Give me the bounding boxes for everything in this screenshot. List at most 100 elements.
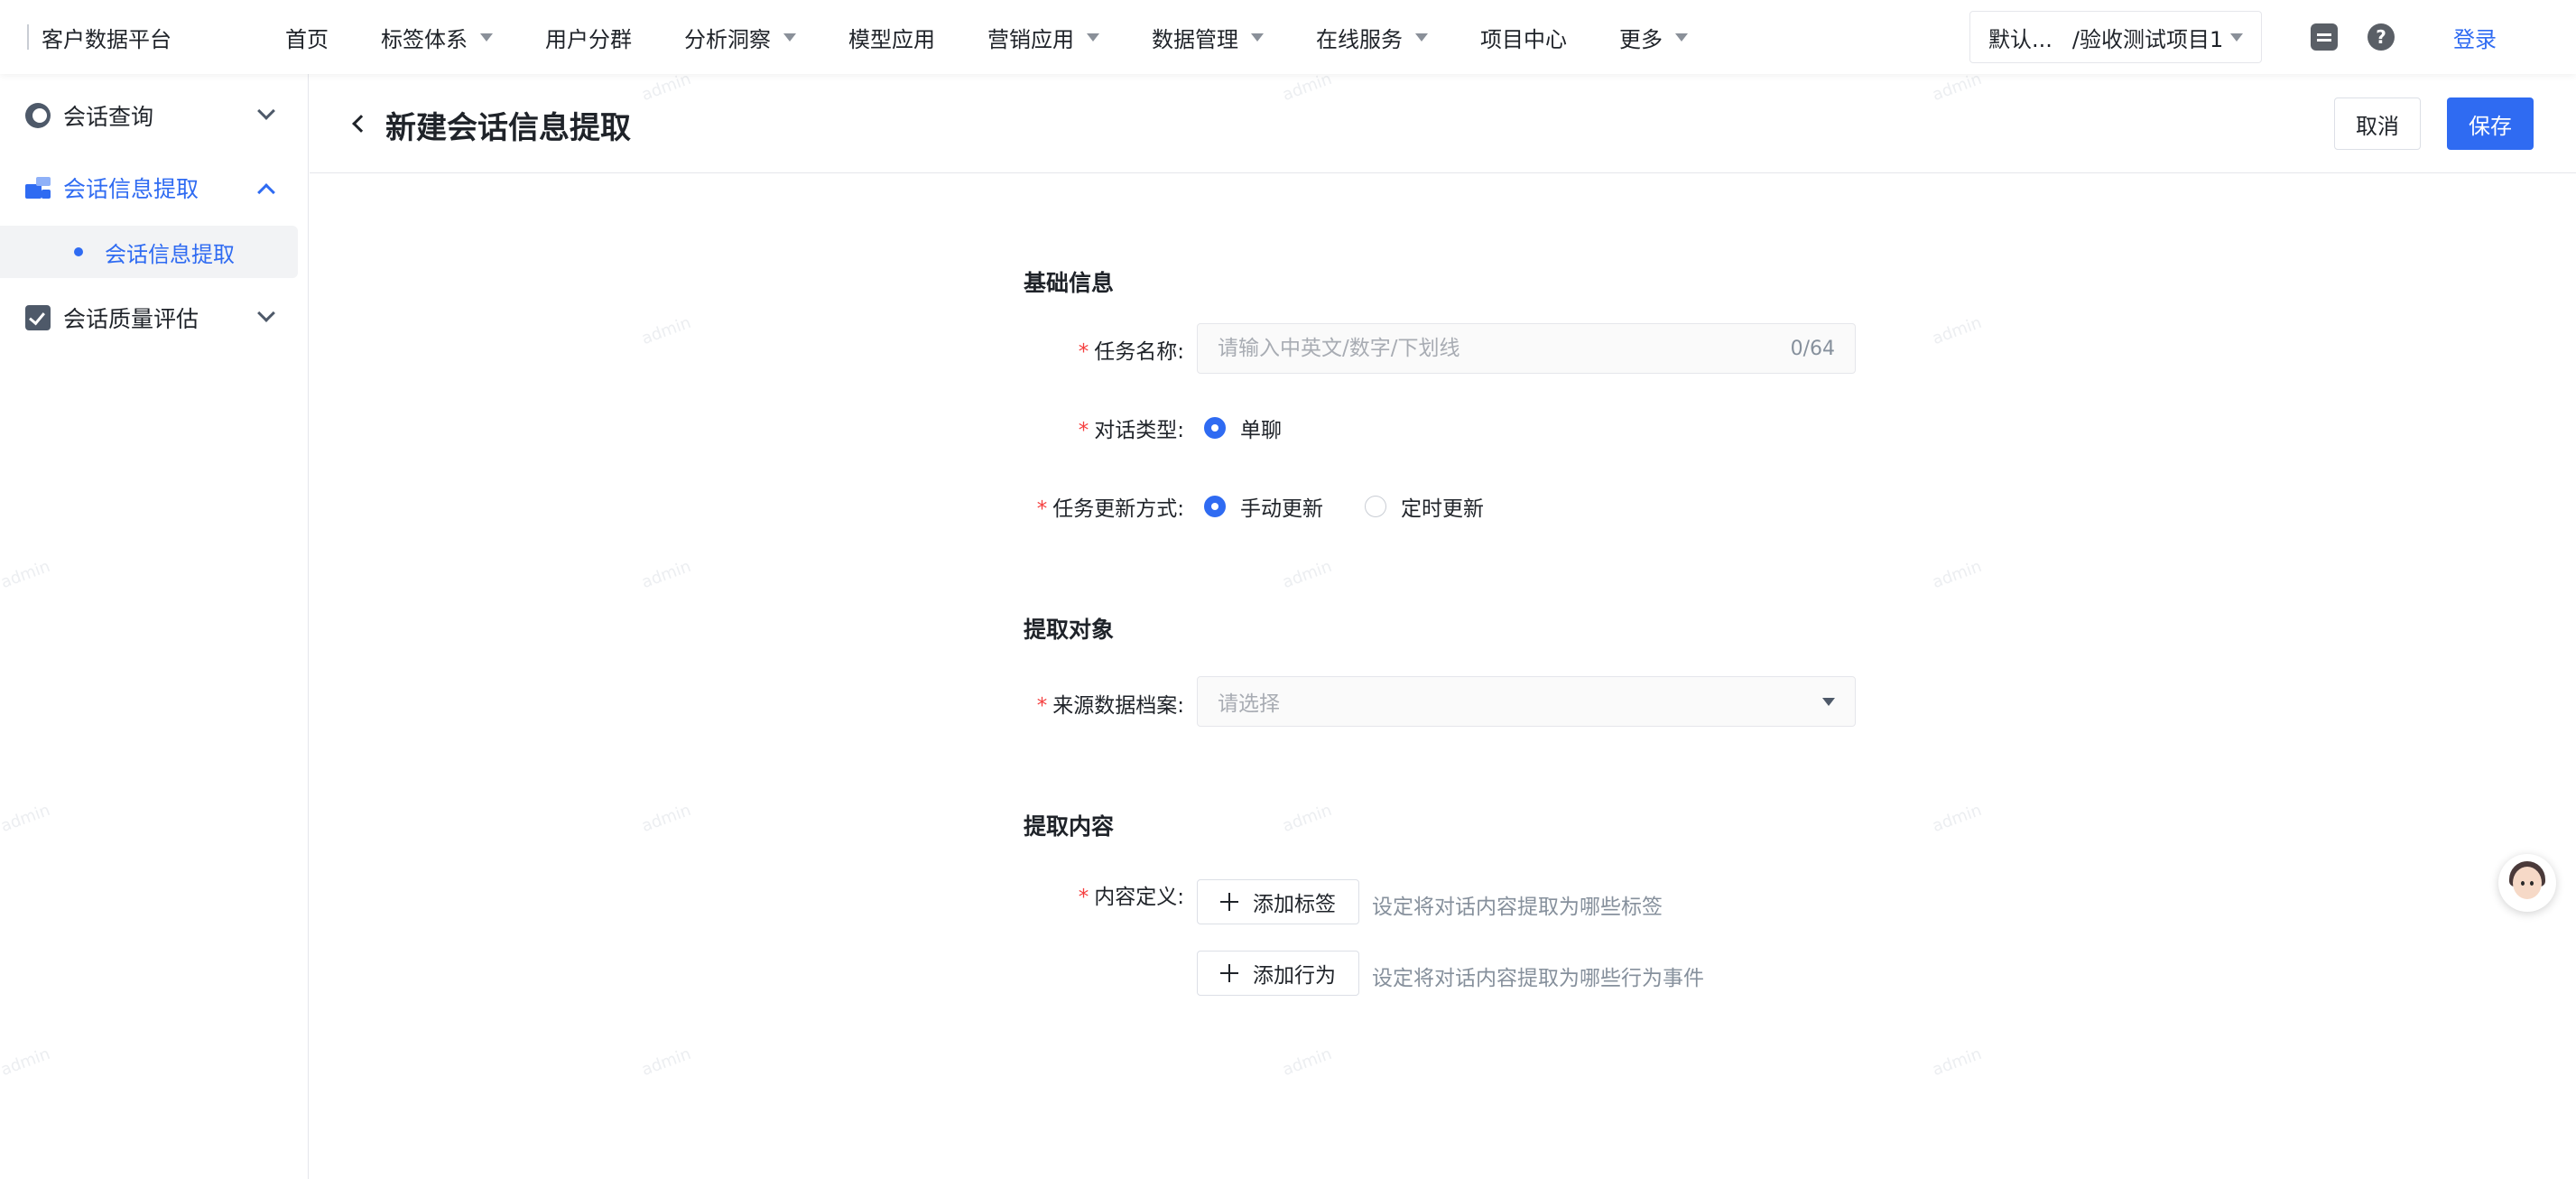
project-name: /验收测试项目1 (2071, 26, 2224, 52)
login-link[interactable]: 登录 (2453, 22, 2497, 53)
main-nav: 首页 标签体系 用户分群 分析洞察 模型应用 营销应用 数据管理 在线服务 项目… (285, 0, 1740, 74)
nav-label: 项目中心 (1480, 26, 1567, 52)
required-mark: * (1036, 497, 1048, 521)
task-name-field[interactable]: 0/64 (1197, 323, 1856, 374)
button-label: 添加标签 (1253, 893, 1336, 916)
caret-down-icon (1822, 697, 1835, 706)
avatar-eye (2530, 881, 2534, 886)
nav-label: 模型应用 (848, 26, 935, 52)
add-tag-button[interactable]: 添加标签 (1197, 879, 1359, 924)
sidebar-item-label: 会话质量评估 (63, 306, 199, 332)
sidebar-item-session-extract[interactable]: 会话信息提取 (0, 161, 309, 215)
chat-type-radio-group: 单聊 (1204, 413, 1323, 443)
nav-item-marketing[interactable]: 营销应用 (987, 22, 1099, 53)
radio-manual-update[interactable]: 手动更新 (1204, 491, 1323, 522)
nav-label: 用户分群 (545, 26, 632, 52)
avatar-face (2513, 867, 2542, 899)
nav-label: 分析洞察 (684, 26, 771, 52)
chevron-up-icon (257, 183, 275, 201)
label-text: 对话类型: (1094, 419, 1184, 442)
label-text: 任务更新方式: (1052, 497, 1184, 521)
radio-label: 单聊 (1240, 419, 1282, 442)
watermark: admin (639, 1044, 694, 1081)
assistant-avatar[interactable] (2498, 854, 2556, 912)
watermark: admin (639, 800, 694, 837)
avatar-eye (2521, 881, 2525, 886)
quality-check-icon (25, 305, 51, 330)
page-header: 新建会话信息提取 取消 保存 (310, 74, 2576, 173)
nav-item-more[interactable]: 更多 (1619, 22, 1688, 53)
source-archive-select[interactable]: 请选择 (1197, 676, 1856, 727)
caret-down-icon (783, 32, 796, 42)
project-workspace: 默认... (1988, 26, 2052, 52)
section-title-content: 提取内容 (1024, 813, 1115, 840)
section-title-target: 提取对象 (1024, 617, 1115, 643)
caret-down-icon (480, 32, 493, 42)
sidebar-subitem-session-extract[interactable]: 会话信息提取 (0, 226, 298, 278)
message-icon[interactable] (2311, 23, 2338, 51)
watermark: admin (1930, 312, 1985, 349)
sidebar-item-session-query[interactable]: 会话查询 (0, 88, 309, 143)
task-name-input[interactable] (1218, 337, 1791, 360)
plus-icon (1220, 964, 1238, 982)
required-mark: * (1078, 886, 1089, 909)
radio-checked-icon (1204, 496, 1226, 517)
caret-down-icon (1675, 32, 1688, 42)
cancel-button[interactable]: 取消 (2334, 97, 2421, 150)
caret-down-icon (2230, 32, 2243, 42)
brand-name: 客户数据平台 (42, 26, 171, 52)
radio-single-chat[interactable]: 单聊 (1204, 413, 1282, 443)
watermark: admin (1930, 1044, 1985, 1081)
content-definition-label: * 内容定义: (913, 879, 1184, 910)
update-mode-label: * 任务更新方式: (913, 491, 1184, 522)
plus-icon (1220, 893, 1238, 911)
update-mode-radio-group: 手动更新 定时更新 (1204, 491, 1525, 522)
nav-item-projects[interactable]: 项目中心 (1480, 22, 1567, 53)
nav-label: 更多 (1619, 26, 1663, 52)
nav-label: 数据管理 (1152, 26, 1238, 52)
back-arrow-icon[interactable] (352, 115, 370, 133)
nav-item-tags[interactable]: 标签体系 (381, 22, 493, 53)
nav-item-insights[interactable]: 分析洞察 (684, 22, 796, 53)
watermark: admin (639, 556, 694, 593)
button-label: 添加行为 (1253, 964, 1336, 988)
project-selector[interactable]: 默认... /验收测试项目1 (1969, 11, 2262, 63)
watermark: admin (1280, 800, 1335, 837)
radio-scheduled-update[interactable]: 定时更新 (1365, 491, 1484, 522)
label-text: 内容定义: (1094, 886, 1184, 909)
active-dot-icon (74, 247, 83, 256)
nav-item-home[interactable]: 首页 (285, 22, 329, 53)
help-icon[interactable]: ? (2368, 23, 2395, 51)
label-text: 来源数据档案: (1052, 694, 1184, 718)
add-action-button[interactable]: 添加行为 (1197, 951, 1359, 996)
label-text: 任务名称: (1094, 340, 1184, 364)
caret-down-icon (1087, 32, 1099, 42)
sidebar-item-label: 会话信息提取 (63, 176, 199, 202)
chevron-down-icon (257, 102, 275, 120)
watermark: admin (1280, 1044, 1335, 1081)
nav-item-data[interactable]: 数据管理 (1152, 22, 1264, 53)
headset-icon (25, 103, 51, 128)
radio-checked-icon (1204, 417, 1226, 439)
char-counter: 0/64 (1790, 337, 1835, 360)
sidebar-item-label: 会话查询 (63, 104, 154, 130)
caret-down-icon (1251, 32, 1264, 42)
nav-item-models[interactable]: 模型应用 (848, 22, 935, 53)
watermark: admin (1280, 556, 1335, 593)
sidebar: 会话查询 会话信息提取 会话信息提取 会话质量评估 (0, 74, 309, 1179)
section-title-basic: 基础信息 (1024, 270, 1115, 296)
sidebar-item-session-quality[interactable]: 会话质量评估 (0, 291, 309, 345)
nav-item-segments[interactable]: 用户分群 (545, 22, 632, 53)
required-mark: * (1036, 694, 1048, 718)
page-title: 新建会话信息提取 (385, 110, 631, 146)
top-navbar: 客户数据平台 首页 标签体系 用户分群 分析洞察 模型应用 营销应用 数据管理 … (0, 0, 2576, 74)
add-tag-hint: 设定将对话内容提取为哪些标签 (1372, 896, 1663, 919)
brand[interactable]: 客户数据平台 (27, 22, 171, 52)
watermark: admin (1930, 800, 1985, 837)
radio-label: 手动更新 (1240, 497, 1323, 521)
nav-label: 营销应用 (987, 26, 1074, 52)
save-button[interactable]: 保存 (2447, 97, 2534, 150)
watermark: admin (1930, 556, 1985, 593)
add-action-hint: 设定将对话内容提取为哪些行为事件 (1372, 967, 1704, 990)
nav-item-online[interactable]: 在线服务 (1316, 22, 1428, 53)
